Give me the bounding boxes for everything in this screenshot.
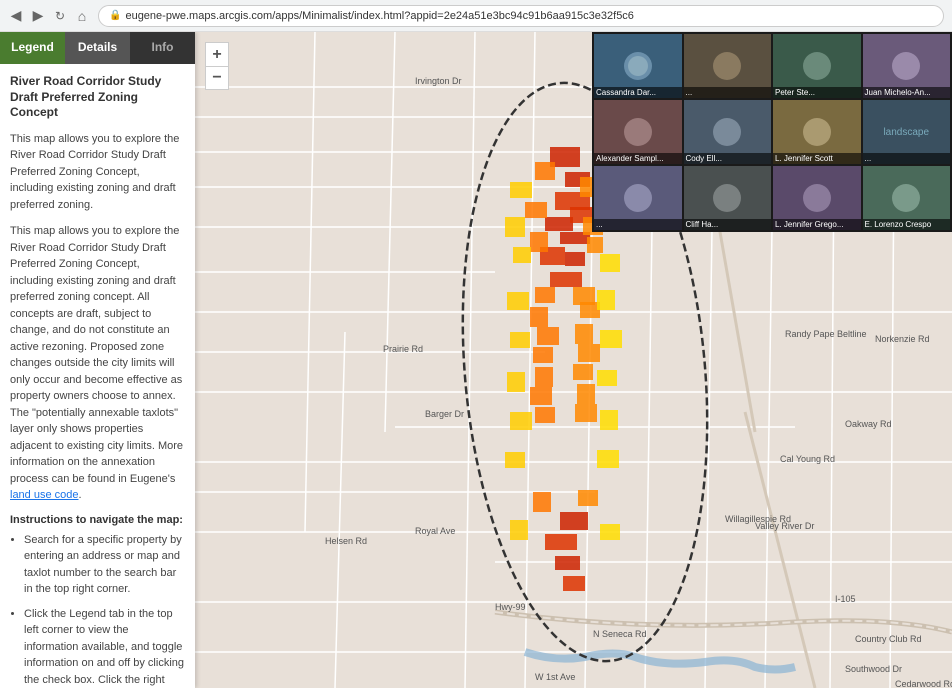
video-participant-2: ...	[684, 34, 772, 98]
sidebar-desc2: This map allows you to explore the River…	[10, 223, 185, 504]
forward-button[interactable]: ▶	[30, 8, 46, 24]
svg-text:Country Club Rd: Country Club Rd	[855, 634, 922, 644]
svg-text:Helsen Rd: Helsen Rd	[325, 536, 367, 546]
video-participant-10: Cliff Ha...	[684, 166, 772, 230]
video-name-4: Juan Michelo-An...	[863, 87, 951, 98]
road-label-irvington: Irvington Dr	[415, 76, 462, 86]
video-name-11: L. Jennifer Grego...	[773, 219, 861, 230]
video-participant-8: landscape ...	[863, 100, 951, 164]
home-button[interactable]: ⌂	[74, 8, 90, 24]
svg-text:Oakway Rd: Oakway Rd	[845, 419, 892, 429]
svg-text:N Seneca Rd: N Seneca Rd	[593, 629, 647, 639]
zoom-out-button[interactable]: −	[205, 66, 229, 90]
video-name-5: Alexander Sampl...	[594, 153, 682, 164]
map-area[interactable]: Irvington Dr Maxwell Rd Prairie Rd Barge…	[195, 32, 952, 688]
video-name-2: ...	[684, 87, 772, 98]
svg-text:Cedarwood Rd: Cedarwood Rd	[895, 679, 952, 688]
video-participant-6: Cody Ell...	[684, 100, 772, 164]
video-participant-4: Juan Michelo-An...	[863, 34, 951, 98]
video-name-1: Cassandra Dar...	[594, 87, 682, 98]
zoom-in-button[interactable]: +	[205, 42, 229, 66]
land-use-link[interactable]: land use code	[10, 489, 79, 501]
instructions-list: Search for a specific property by enteri…	[10, 532, 185, 688]
video-participant-11: L. Jennifer Grego...	[773, 166, 861, 230]
svg-text:Randy Pape Beltline: Randy Pape Beltline	[785, 329, 867, 339]
video-participant-3: Peter Ste...	[773, 34, 861, 98]
sidebar-tabs: Legend Details Info	[0, 32, 195, 64]
video-name-9: ...	[594, 219, 682, 230]
app-container: Legend Details Info River Road Corridor …	[0, 32, 952, 688]
video-name-10: Cliff Ha...	[684, 219, 772, 230]
lock-icon: 🔒	[109, 10, 121, 21]
sidebar: Legend Details Info River Road Corridor …	[0, 32, 195, 688]
video-name-8: ...	[863, 153, 951, 164]
video-participant-9: ...	[594, 166, 682, 230]
svg-text:I-105: I-105	[835, 594, 856, 604]
sidebar-desc1: This map allows you to explore the River…	[10, 131, 185, 214]
tab-details[interactable]: Details	[65, 32, 130, 64]
video-name-12: E. Lorenzo Crespo	[863, 219, 951, 230]
map-zoom-controls: + −	[205, 42, 229, 90]
svg-text:Royal Ave: Royal Ave	[415, 526, 455, 536]
back-button[interactable]: ◀	[8, 8, 24, 24]
video-participant-5: Alexander Sampl...	[594, 100, 682, 164]
video-name-6: Cody Ell...	[684, 153, 772, 164]
svg-text:Barger Dr: Barger Dr	[425, 409, 464, 419]
instructions-title: Instructions to navigate the map:	[10, 514, 185, 526]
sidebar-title: River Road Corridor Study Draft Preferre…	[10, 74, 185, 121]
tab-legend[interactable]: Legend	[0, 32, 65, 64]
reload-button[interactable]: ↻	[52, 8, 68, 24]
tab-info[interactable]: Info	[130, 32, 195, 64]
svg-text:Prairie Rd: Prairie Rd	[383, 344, 423, 354]
video-grid: Cassandra Dar... ... Peter Ste... Juan M…	[592, 32, 952, 232]
video-participant-1: Cassandra Dar...	[594, 34, 682, 98]
video-name-3: Peter Ste...	[773, 87, 861, 98]
svg-text:W 1st Ave: W 1st Ave	[535, 672, 575, 682]
instruction-1: Search for a specific property by enteri…	[24, 532, 185, 598]
video-name-7: L. Jennifer Scott	[773, 153, 861, 164]
browser-chrome: ◀ ▶ ↻ ⌂ 🔒 eugene-pwe.maps.arcgis.com/app…	[0, 0, 952, 32]
sidebar-content: River Road Corridor Study Draft Preferre…	[0, 64, 195, 688]
video-participant-7: L. Jennifer Scott	[773, 100, 861, 164]
svg-text:Willagillespie Rd: Willagillespie Rd	[725, 514, 791, 524]
video-participant-12: E. Lorenzo Crespo	[863, 166, 951, 230]
address-bar[interactable]: 🔒 eugene-pwe.maps.arcgis.com/apps/Minima…	[98, 5, 944, 27]
svg-text:Southwood Dr: Southwood Dr	[845, 664, 902, 674]
svg-text:Hwy-99: Hwy-99	[495, 602, 526, 612]
svg-text:Norkenzie Rd: Norkenzie Rd	[875, 334, 930, 344]
browser-nav-controls: ◀ ▶ ↻ ⌂	[8, 8, 90, 24]
instruction-2: Click the Legend tab in the top left cor…	[24, 606, 185, 688]
svg-text:Cal Young Rd: Cal Young Rd	[780, 454, 835, 464]
url-text: eugene-pwe.maps.arcgis.com/apps/Minimali…	[125, 10, 633, 22]
